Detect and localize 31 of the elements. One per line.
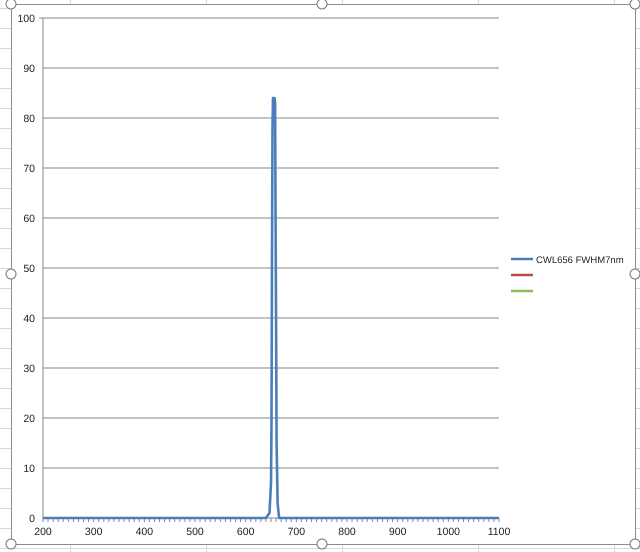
resize-handle[interactable] — [6, 268, 16, 280]
resize-handle[interactable] — [316, 0, 328, 10]
legend-label: CWL656 FWHM7nm — [536, 255, 624, 266]
y-tick-label: 40 — [23, 313, 35, 325]
resize-handle[interactable] — [6, 538, 16, 550]
y-tick-label: 20 — [23, 413, 35, 425]
y-tick-label: 30 — [23, 363, 35, 375]
x-tick-label: 700 — [288, 526, 306, 538]
x-tick-label: 600 — [236, 526, 254, 538]
x-tick-label: 200 — [34, 526, 52, 538]
resize-handle[interactable] — [630, 0, 640, 10]
resize-handle[interactable] — [6, 0, 16, 10]
x-tick-label: 800 — [338, 526, 356, 538]
x-tick-label: 500 — [186, 526, 204, 538]
y-tick-label: 50 — [23, 263, 35, 275]
chart-area[interactable]: 0 10 20 30 40 50 60 70 80 90 100 200 300 400 500 600 700 800 900 1000 1100 CWL656 FWHM7nm — [11, 4, 636, 545]
x-tick-label: 400 — [136, 526, 154, 538]
x-tick-label: 300 — [84, 526, 102, 538]
y-tick-label: 0 — [29, 513, 35, 525]
x-tick-label: 1100 — [488, 526, 510, 538]
x-tick-label: 900 — [388, 526, 406, 538]
resize-handle[interactable] — [630, 268, 640, 280]
resize-handle[interactable] — [316, 538, 328, 550]
x-tick-label: 1000 — [436, 526, 460, 538]
y-tick-label: 100 — [17, 13, 35, 25]
y-tick-label: 60 — [23, 213, 35, 225]
resize-handle[interactable] — [630, 538, 640, 550]
y-tick-label: 90 — [23, 63, 35, 75]
y-tick-label: 70 — [23, 163, 35, 175]
y-tick-label: 80 — [23, 113, 35, 125]
y-tick-label: 10 — [23, 463, 35, 475]
